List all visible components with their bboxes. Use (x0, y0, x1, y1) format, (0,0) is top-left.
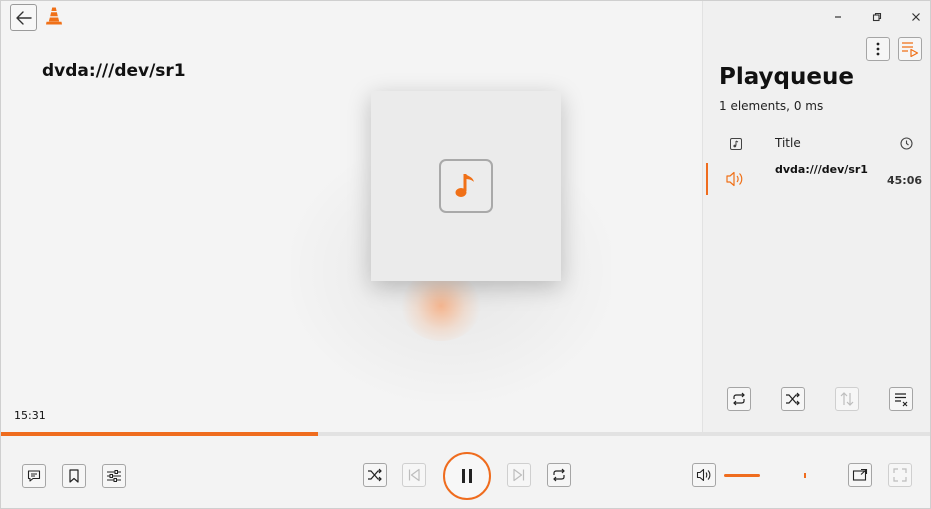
artwork-backdrop-glow (401, 271, 481, 341)
vlc-window: dvda:///dev/sr1 15:31 Playqueue 1 elemen… (0, 0, 931, 509)
playback-controls (1, 436, 930, 508)
mute-button[interactable] (692, 463, 716, 487)
next-button[interactable] (507, 463, 531, 487)
shuffle-icon (786, 392, 800, 406)
fullscreen-icon (893, 468, 907, 482)
playqueue-item[interactable]: dvda:///dev/sr1 45:06 (703, 161, 930, 195)
repeat-icon (733, 392, 745, 406)
sort-queue-button[interactable] (835, 387, 859, 411)
fullscreen-button[interactable] (888, 463, 912, 487)
playqueue-summary: 1 elements, 0 ms (719, 99, 824, 113)
sort-icon (840, 392, 854, 406)
playqueue-item-duration: 45:06 (886, 174, 922, 187)
repeat-icon (553, 468, 565, 482)
close-icon (912, 13, 920, 21)
playlist-play-icon (902, 42, 919, 57)
mini-player-button[interactable] (848, 463, 872, 487)
volume-slider[interactable] (724, 473, 824, 478)
back-button[interactable] (10, 4, 37, 31)
subtitles-icon (27, 470, 41, 482)
volume-level (724, 474, 760, 477)
playqueue-title: Playqueue (719, 64, 854, 90)
playqueue-toggle-button[interactable] (898, 37, 922, 61)
close-button[interactable] (906, 7, 926, 27)
repeat-button[interactable] (547, 463, 571, 487)
clear-list-icon (895, 393, 908, 407)
shuffle-button[interactable] (363, 463, 387, 487)
video-area[interactable]: dvda:///dev/sr1 15:31 (1, 1, 702, 432)
picture-in-picture-icon (852, 468, 868, 481)
album-artwork (371, 91, 561, 281)
clear-queue-button[interactable] (889, 387, 913, 411)
more-vertical-icon (876, 42, 880, 56)
duration-column-icon (900, 137, 913, 150)
artwork-column-icon (729, 137, 742, 150)
effects-button[interactable] (102, 464, 126, 488)
restore-icon (872, 12, 882, 22)
play-pause-button[interactable] (443, 452, 491, 500)
volume-icon (696, 468, 711, 482)
bookmark-icon (69, 469, 79, 483)
minimize-icon (835, 16, 841, 18)
shuffle-icon (368, 468, 382, 482)
skip-next-icon (513, 468, 525, 482)
restore-button[interactable] (867, 7, 887, 27)
speaker-playing-icon (726, 171, 743, 187)
playqueue-item-title: dvda:///dev/sr1 (775, 163, 868, 176)
volume-100-marker (804, 473, 806, 478)
music-note-icon (439, 159, 493, 213)
media-title: dvda:///dev/sr1 (42, 61, 186, 81)
playqueue-panel: Playqueue 1 elements, 0 ms Title dvda://… (702, 1, 930, 432)
shuffle-queue-button[interactable] (781, 387, 805, 411)
subtitles-button[interactable] (22, 464, 46, 488)
pause-icon (462, 469, 472, 483)
arrow-left-icon (15, 10, 32, 25)
repeat-queue-button[interactable] (727, 387, 751, 411)
title-column-header[interactable]: Title (775, 136, 801, 150)
vlc-cone-icon (46, 7, 62, 25)
current-item-indicator (706, 163, 708, 195)
more-menu-button[interactable] (866, 37, 890, 61)
bookmarks-button[interactable] (62, 464, 86, 488)
skip-previous-icon (408, 468, 420, 482)
previous-button[interactable] (402, 463, 426, 487)
sliders-icon (107, 470, 121, 482)
elapsed-time: 15:31 (14, 409, 46, 422)
minimize-button[interactable] (828, 7, 848, 27)
